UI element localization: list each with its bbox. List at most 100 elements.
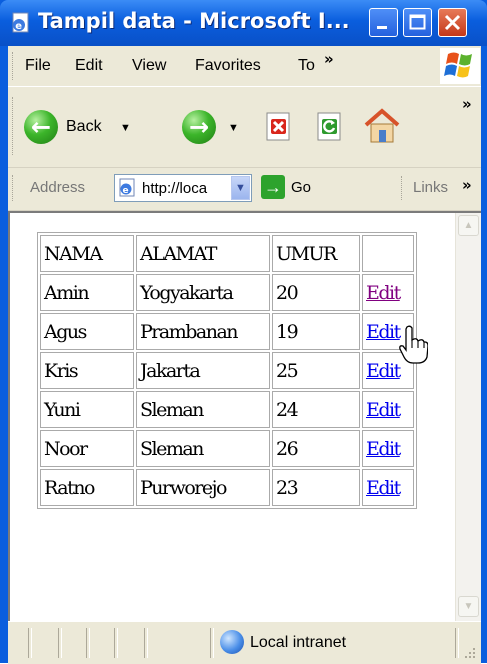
- home-icon: [364, 108, 400, 143]
- edit-link[interactable]: Edit: [366, 477, 401, 499]
- edit-link[interactable]: Edit: [366, 438, 401, 460]
- hand-cursor-icon: [399, 325, 428, 364]
- close-button[interactable]: [438, 8, 467, 37]
- windows-logo: [440, 48, 480, 84]
- menu-bar: File Edit View Favorites To »: [8, 46, 481, 87]
- status-divider: [144, 628, 148, 658]
- table-row: Agus Prambanan 19 Edit: [40, 313, 414, 350]
- back-button[interactable]: ← Back ▼: [22, 109, 172, 149]
- cell-umur: 24: [272, 391, 360, 428]
- window-title: Tampil data - Microsoft I...: [38, 9, 350, 33]
- menubar-overflow-chevron[interactable]: »: [324, 50, 334, 68]
- cell-umur: 23: [272, 469, 360, 506]
- cell-nama: Ratno: [40, 469, 134, 506]
- local-intranet-icon: [220, 630, 244, 654]
- toolbar-grip[interactable]: [12, 97, 16, 155]
- menu-view[interactable]: View: [132, 57, 166, 75]
- edit-link[interactable]: Edit: [366, 360, 401, 382]
- menubar-grip[interactable]: [12, 52, 16, 80]
- cell-nama: Noor: [40, 430, 134, 467]
- table-row: Amin Yogyakarta 20 Edit: [40, 274, 414, 311]
- status-divider: [455, 628, 459, 658]
- links-grip[interactable]: [401, 176, 405, 200]
- menu-tools[interactable]: To: [298, 57, 315, 75]
- cell-alamat: Jakarta: [136, 352, 270, 389]
- menu-favorites[interactable]: Favorites: [195, 57, 261, 75]
- vertical-scrollbar[interactable]: ▲ ▼: [455, 213, 481, 621]
- table-row: Noor Sleman 26 Edit: [40, 430, 414, 467]
- cell-umur: 19: [272, 313, 360, 350]
- refresh-button[interactable]: [314, 111, 346, 143]
- resize-grip-icon[interactable]: [463, 646, 477, 660]
- back-label: Back: [66, 118, 102, 135]
- minimize-button[interactable]: [369, 8, 398, 37]
- ie-page-icon: e: [119, 178, 135, 197]
- address-input[interactable]: e http://loca ▼: [114, 174, 252, 202]
- go-arrow-icon[interactable]: →: [261, 175, 285, 199]
- browser-window: e Tampil data - Microsoft I... File Edit…: [0, 0, 487, 664]
- table-row: Yuni Sleman 24 Edit: [40, 391, 414, 428]
- edit-link[interactable]: Edit: [366, 399, 401, 421]
- cell-nama: Yuni: [40, 391, 134, 428]
- home-button[interactable]: [360, 105, 404, 147]
- cell-nama: Amin: [40, 274, 134, 311]
- cell-action: Edit: [362, 469, 414, 506]
- edit-link[interactable]: Edit: [366, 282, 401, 304]
- cell-nama: Agus: [40, 313, 134, 350]
- column-header-action: [362, 235, 414, 272]
- column-header-alamat: ALAMAT: [136, 235, 270, 272]
- links-label[interactable]: Links: [413, 179, 448, 196]
- scroll-up-icon[interactable]: ▲: [458, 215, 479, 236]
- cell-alamat: Sleman: [136, 391, 270, 428]
- table-row: Ratno Purworejo 23 Edit: [40, 469, 414, 506]
- svg-text:e: e: [123, 186, 129, 196]
- forward-arrow-icon: →: [182, 110, 216, 144]
- status-divider: [114, 628, 118, 658]
- cell-umur: 20: [272, 274, 360, 311]
- forward-button[interactable]: → ▼: [180, 109, 250, 149]
- status-divider: [58, 628, 62, 658]
- cell-umur: 25: [272, 352, 360, 389]
- cell-alamat: Purworejo: [136, 469, 270, 506]
- security-zone-label: Local intranet: [250, 634, 347, 651]
- cell-action: Edit: [362, 430, 414, 467]
- toolbar-overflow-chevron[interactable]: »: [462, 95, 472, 113]
- cell-alamat: Prambanan: [136, 313, 270, 350]
- cell-action: Edit: [362, 274, 414, 311]
- status-divider: [86, 628, 90, 658]
- status-divider: [28, 628, 32, 658]
- address-dropdown-icon[interactable]: ▼: [231, 176, 250, 200]
- table-row: Kris Jakarta 25 Edit: [40, 352, 414, 389]
- address-url: http://loca: [142, 180, 208, 197]
- title-bar[interactable]: e Tampil data - Microsoft I...: [0, 0, 487, 46]
- stop-icon: [266, 112, 290, 141]
- edit-link[interactable]: Edit: [366, 321, 401, 343]
- cell-action: Edit: [362, 391, 414, 428]
- table-header-row: NAMA ALAMAT UMUR: [40, 235, 414, 272]
- column-header-nama: NAMA: [40, 235, 134, 272]
- forward-dropdown-icon[interactable]: ▼: [228, 122, 239, 134]
- menu-file[interactable]: File: [25, 57, 51, 75]
- close-icon: [444, 14, 461, 31]
- address-bar: Address e http://loca ▼ → Go Links »: [8, 168, 481, 211]
- maximize-button[interactable]: [403, 8, 432, 37]
- cell-alamat: Yogyakarta: [136, 274, 270, 311]
- scroll-down-icon[interactable]: ▼: [458, 596, 479, 617]
- address-label: Address: [30, 179, 86, 196]
- refresh-icon: [317, 112, 341, 141]
- maximize-icon: [409, 14, 426, 30]
- back-dropdown-icon[interactable]: ▼: [120, 122, 131, 134]
- stop-button[interactable]: [263, 111, 295, 143]
- status-divider: [210, 628, 214, 658]
- menu-edit[interactable]: Edit: [75, 57, 103, 75]
- minimize-icon: [377, 26, 387, 29]
- links-overflow-chevron[interactable]: »: [462, 176, 472, 194]
- back-arrow-icon: ←: [24, 110, 58, 144]
- go-button[interactable]: Go: [291, 179, 311, 196]
- data-table: NAMA ALAMAT UMUR Amin Yogyakarta 20 Edit…: [37, 232, 417, 509]
- addressbar-grip[interactable]: [12, 175, 16, 201]
- column-header-umur: UMUR: [272, 235, 360, 272]
- status-bar: Local intranet: [8, 621, 481, 664]
- cell-alamat: Sleman: [136, 430, 270, 467]
- page-content: NAMA ALAMAT UMUR Amin Yogyakarta 20 Edit…: [8, 211, 481, 621]
